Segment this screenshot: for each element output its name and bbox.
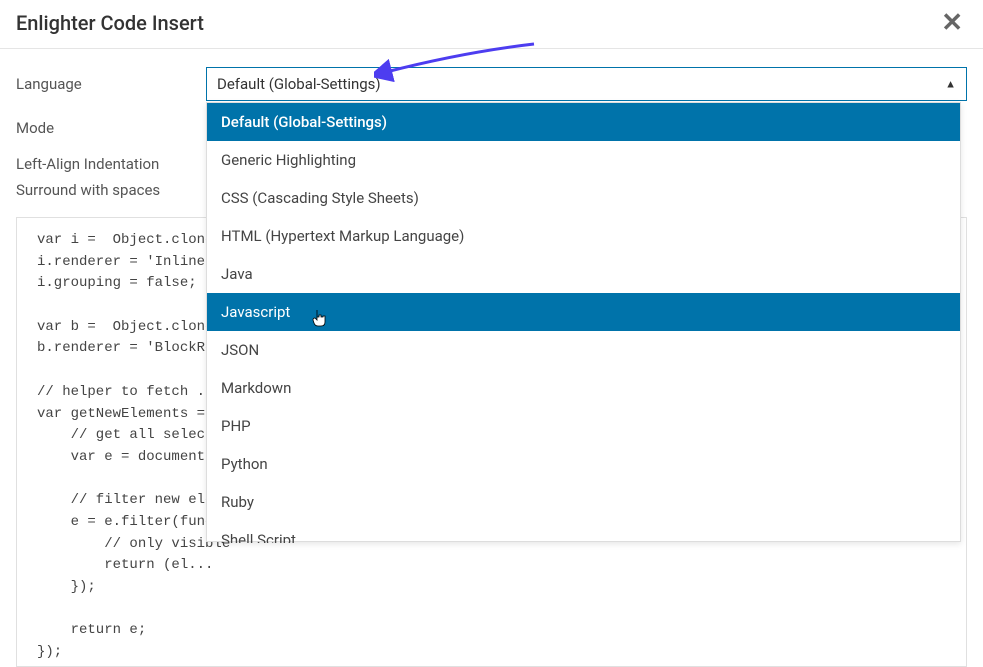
- language-option[interactable]: Python: [207, 445, 960, 483]
- hand-cursor-icon: [312, 309, 328, 333]
- language-select[interactable]: Default (Global-Settings) ▲: [206, 67, 967, 101]
- language-option[interactable]: Java: [207, 255, 960, 293]
- language-option[interactable]: CSS (Cascading Style Sheets): [207, 179, 960, 217]
- language-option[interactable]: Shell Script: [207, 521, 960, 543]
- language-option[interactable]: HTML (Hypertext Markup Language): [207, 217, 960, 255]
- language-option[interactable]: PHP: [207, 407, 960, 445]
- language-dropdown-list[interactable]: Default (Global-Settings)Generic Highlig…: [207, 103, 960, 543]
- label-language: Language: [16, 75, 206, 93]
- language-option[interactable]: Generic Highlighting: [207, 141, 960, 179]
- chevron-down-icon: ▲: [945, 78, 956, 91]
- language-dropdown: Default (Global-Settings)Generic Highlig…: [206, 102, 961, 542]
- dialog-header: Enlighter Code Insert ✕: [0, 0, 983, 49]
- language-select-display[interactable]: Default (Global-Settings) ▲: [206, 67, 967, 101]
- language-option[interactable]: Markdown: [207, 369, 960, 407]
- close-icon[interactable]: ✕: [937, 8, 967, 38]
- language-option[interactable]: JSON: [207, 331, 960, 369]
- dialog-title: Enlighter Code Insert: [16, 11, 204, 35]
- row-language: Language Default (Global-Settings) ▲: [16, 67, 967, 101]
- language-option[interactable]: Javascript: [207, 293, 960, 331]
- label-mode: Mode: [16, 119, 206, 137]
- language-selected-value: Default (Global-Settings): [217, 75, 381, 93]
- language-option[interactable]: Ruby: [207, 483, 960, 521]
- label-leftalign: Left-Align Indentation: [16, 155, 206, 173]
- label-surround: Surround with spaces: [16, 181, 206, 199]
- language-option[interactable]: Default (Global-Settings): [207, 103, 960, 141]
